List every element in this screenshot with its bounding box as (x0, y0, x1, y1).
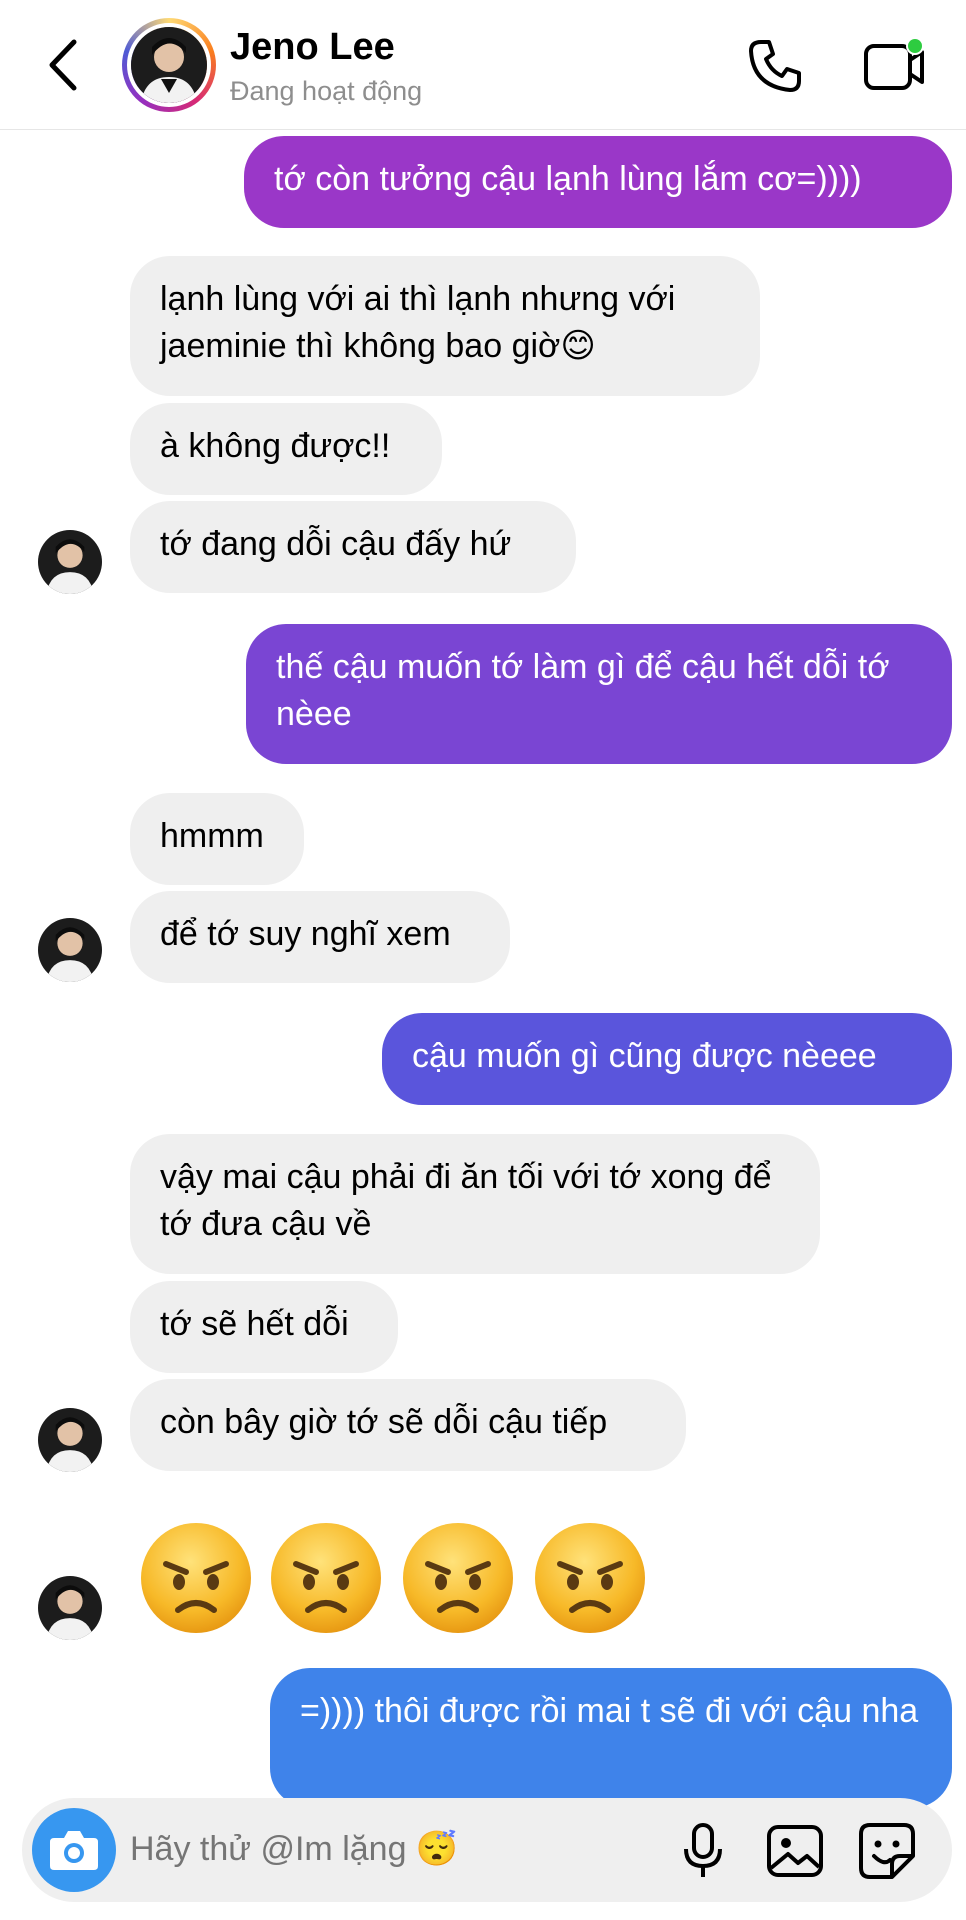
chevron-left-icon (49, 39, 77, 91)
back-button[interactable] (40, 34, 90, 96)
outgoing-message[interactable]: thế cậu muốn tớ làm gì để cậu hết dỗi tớ… (246, 624, 952, 764)
incoming-message[interactable]: hmmm (130, 793, 304, 885)
chat-header: Jeno Lee Đang hoạt động (0, 0, 966, 130)
sender-avatar[interactable] (38, 918, 102, 982)
voice-message-button[interactable] (672, 1820, 734, 1882)
camera-button[interactable] (32, 1808, 116, 1892)
gallery-button[interactable] (764, 1820, 826, 1882)
sender-avatar[interactable] (38, 530, 102, 594)
sender-avatar[interactable] (38, 1408, 102, 1472)
video-camera-icon (864, 37, 924, 90)
outgoing-message[interactable]: =)))) thôi được rồi mai t sẽ đi với cậu … (270, 1668, 952, 1808)
header-avatar[interactable] (122, 18, 216, 112)
sticker-icon (859, 1823, 915, 1879)
profile-photo (127, 23, 211, 107)
message-composer (22, 1798, 952, 1902)
outgoing-message[interactable]: tớ còn tưởng cậu lạnh lùng lắm cơ=)))) (244, 136, 952, 228)
incoming-message[interactable]: à không được!! (130, 403, 442, 495)
online-indicator (908, 39, 922, 53)
incoming-message[interactable]: còn bây giờ tớ sẽ dỗi cậu tiếp (130, 1379, 686, 1471)
angry-face-emoji (532, 1520, 648, 1636)
call-button[interactable] (745, 36, 805, 96)
contact-name[interactable]: Jeno Lee (230, 26, 395, 69)
incoming-message[interactable]: lạnh lùng với ai thì lạnh nhưng với jaem… (130, 256, 760, 396)
microphone-icon (684, 1823, 722, 1877)
angry-face-emoji (400, 1520, 516, 1636)
sender-avatar[interactable] (38, 1576, 102, 1640)
angry-face-emoji (268, 1520, 384, 1636)
active-status: Đang hoạt động (230, 76, 423, 106)
camera-icon (50, 1831, 98, 1870)
incoming-message[interactable]: tớ đang dỗi cậu đấy hứ (130, 501, 576, 593)
incoming-message[interactable]: để tớ suy nghĩ xem (130, 891, 510, 983)
video-call-button[interactable] (860, 36, 928, 96)
image-icon (767, 1825, 823, 1877)
incoming-message[interactable]: tớ sẽ hết dỗi (130, 1281, 398, 1373)
message-input[interactable] (130, 1824, 550, 1874)
sticker-button[interactable] (856, 1820, 918, 1882)
phone-icon (749, 40, 801, 92)
incoming-message[interactable]: vậy mai cậu phải đi ăn tối với tớ xong đ… (130, 1134, 820, 1274)
angry-face-emoji (138, 1520, 254, 1636)
outgoing-message[interactable]: cậu muốn gì cũng được nèeee (382, 1013, 952, 1105)
